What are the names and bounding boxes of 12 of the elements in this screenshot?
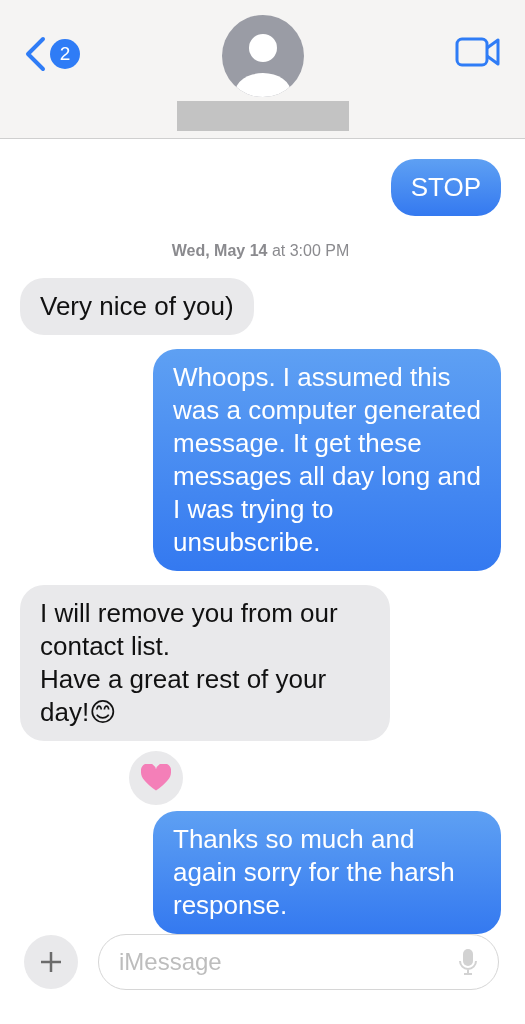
sent-message: STOP (390, 159, 501, 216)
received-message: I will remove you from our contact list. Have a great rest of your day!😊 (20, 585, 390, 741)
plus-icon (40, 951, 62, 973)
back-icon[interactable] (24, 36, 46, 72)
video-camera-icon[interactable] (455, 36, 501, 68)
message-field[interactable]: iMessage (98, 934, 499, 990)
timestamp: Wed, May 14 at 3:00 PM (171, 242, 350, 260)
received-message: Very nice of you) (20, 278, 254, 335)
unread-badge[interactable]: 2 (50, 39, 80, 69)
sent-message: Whoops. I assumed this was a computer generated message. It get these messages all day long and I was trying to unsubscribe. (153, 349, 501, 571)
sent-message: Thanks so much and again sorry for the harsh response. (153, 811, 501, 934)
add-button[interactable] (24, 935, 78, 989)
